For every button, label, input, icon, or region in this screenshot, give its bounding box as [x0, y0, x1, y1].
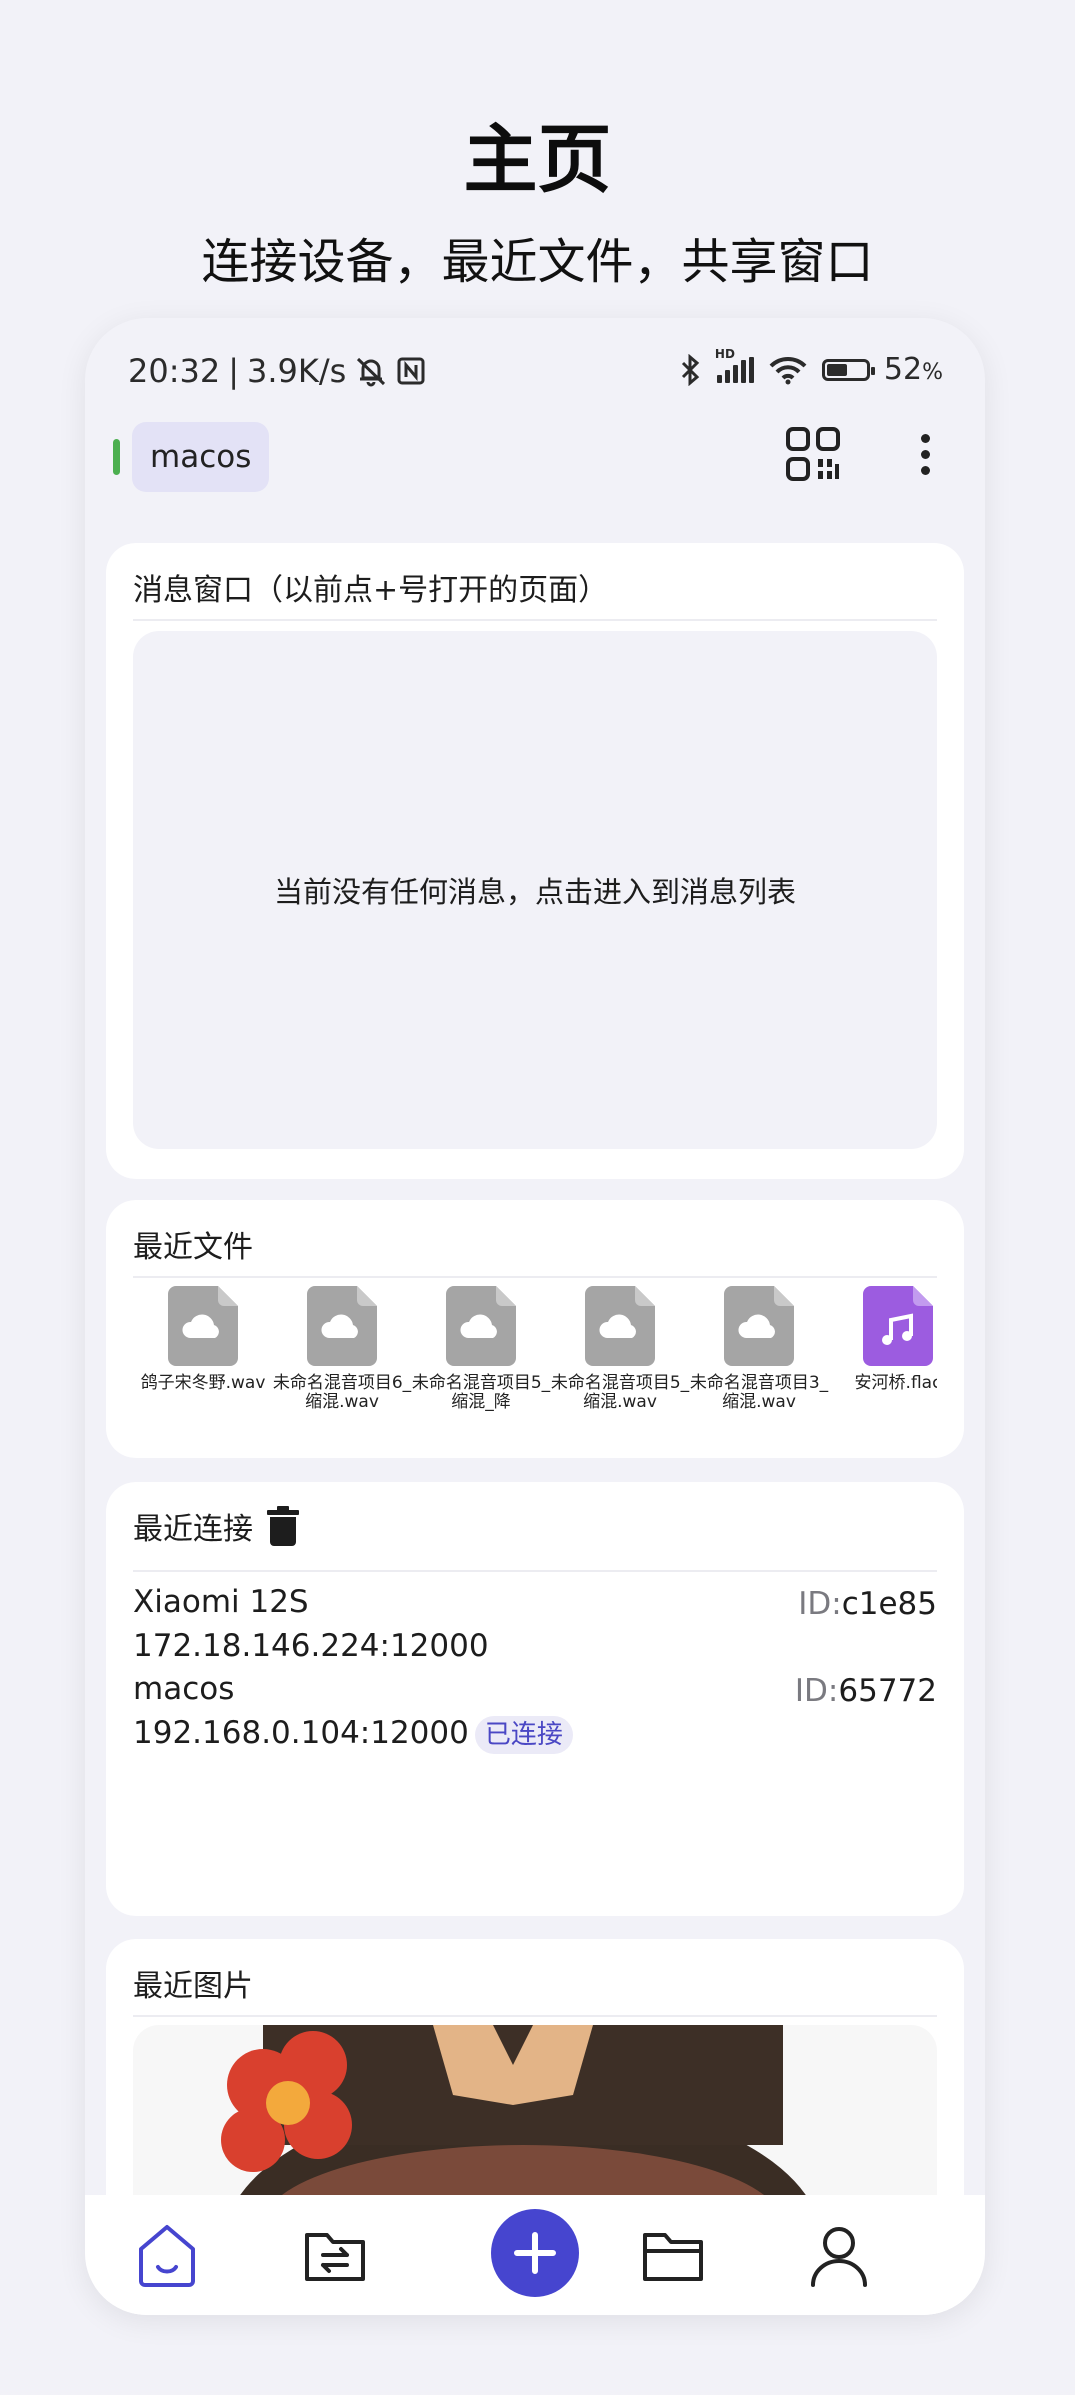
connection-address: 192.168.0.104:12000: [133, 1715, 469, 1751]
message-card: 消息窗口（以前点+号打开的页面） 当前没有任何消息，点击进入到消息列表: [106, 543, 964, 1179]
folder-transfer-icon[interactable]: [297, 2217, 373, 2293]
cloud-file-icon: [724, 1286, 794, 1366]
recent-files-list: 鸽子宋冬野.wav 未命名混音项目6_缩混.wav 未命名混音项目5_缩混_降 …: [133, 1286, 937, 1426]
recent-file-item[interactable]: 鸽子宋冬野.wav: [133, 1286, 273, 1393]
message-empty-text: 当前没有任何消息，点击进入到消息列表: [273, 875, 796, 909]
user-icon[interactable]: [801, 2217, 877, 2293]
recent-file-item[interactable]: 未命名混音项目3_缩混.wav: [689, 1286, 829, 1412]
page-subtitle: 连接设备，最近文件，共享窗口: [201, 234, 874, 290]
signal-icon: HD: [715, 347, 754, 383]
qr-code-icon[interactable]: [785, 426, 841, 482]
home-icon[interactable]: [129, 2217, 205, 2293]
wifi-icon: [769, 356, 807, 384]
folder-icon[interactable]: [635, 2217, 711, 2293]
mute-bell-icon: [357, 357, 386, 387]
status-speed: 3.9K/s: [247, 352, 347, 390]
current-device[interactable]: macos: [113, 422, 270, 492]
connected-badge: 已连接: [474, 1715, 573, 1754]
battery-unit: %: [922, 360, 943, 385]
connection-name: macos: [133, 1671, 235, 1707]
plus-icon: [514, 2232, 556, 2274]
recent-file-item[interactable]: 未命名混音项目5_缩混_降: [411, 1286, 551, 1412]
trash-icon[interactable]: [267, 1506, 299, 1546]
recent-file-name: 未命名混音项目3_缩混.wav: [689, 1373, 829, 1412]
connection-name: Xiaomi 12S: [133, 1584, 309, 1620]
recent-connections-title: 最近连接: [133, 1512, 253, 1547]
bottom-navigation: [85, 2195, 985, 2315]
recent-file-name: 未命名混音项目6_缩混.wav: [272, 1373, 412, 1412]
cloud-file-icon: [168, 1286, 238, 1366]
bluetooth-icon: [681, 353, 700, 386]
connection-address: 172.18.146.224:12000: [133, 1628, 489, 1664]
connection-id: ID:65772: [794, 1673, 937, 1709]
battery-percent: 52: [883, 352, 923, 387]
cloud-file-icon: [446, 1286, 516, 1366]
cloud-file-icon: [307, 1286, 377, 1366]
music-file-icon: [863, 1286, 933, 1366]
recent-files-title: 最近文件: [133, 1230, 253, 1265]
message-empty-box[interactable]: 当前没有任何消息，点击进入到消息列表: [133, 631, 937, 1149]
recent-files-card: 最近文件 鸽子宋冬野.wav 未命名混音项目6_缩混.wav 未命名混音项目5_…: [106, 1200, 964, 1458]
device-status-indicator: [113, 439, 120, 475]
recent-file-name: 安河桥.flac: [854, 1373, 937, 1393]
status-time: 20:32: [128, 352, 221, 390]
add-button[interactable]: [491, 2209, 579, 2297]
device-name-chip[interactable]: macos: [132, 422, 270, 492]
recent-file-name: 未命名混音项目5_缩混.wav: [550, 1373, 690, 1412]
hd-label: HD: [714, 346, 735, 361]
status-bar: 20:32 | 3.9K/s HD 52%: [128, 346, 943, 391]
recent-connections-card: 最近连接 Xiaomi 12S ID:c1e85 172.18.146.224:…: [106, 1482, 964, 1916]
recent-file-item[interactable]: 安河桥.flac: [828, 1286, 937, 1393]
page-title: 主页: [463, 117, 612, 203]
recent-images-title: 最近图片: [133, 1969, 253, 2004]
recent-file-item[interactable]: 未命名混音项目5_缩混.wav: [550, 1286, 690, 1412]
more-menu-icon[interactable]: [905, 426, 945, 482]
phone-frame: 20:32 | 3.9K/s HD 52% macos 消息窗口（以前点+号打开…: [85, 318, 985, 2315]
battery-icon: [821, 358, 875, 381]
nfc-icon: [397, 357, 425, 385]
cloud-file-icon: [585, 1286, 655, 1366]
recent-file-name: 未命名混音项目5_缩混_降: [411, 1373, 551, 1412]
recent-file-item[interactable]: 未命名混音项目6_缩混.wav: [272, 1286, 412, 1412]
recent-file-name: 鸽子宋冬野.wav: [140, 1373, 266, 1393]
connection-id: ID:c1e85: [798, 1586, 937, 1622]
message-card-title: 消息窗口（以前点+号打开的页面）: [133, 573, 609, 608]
